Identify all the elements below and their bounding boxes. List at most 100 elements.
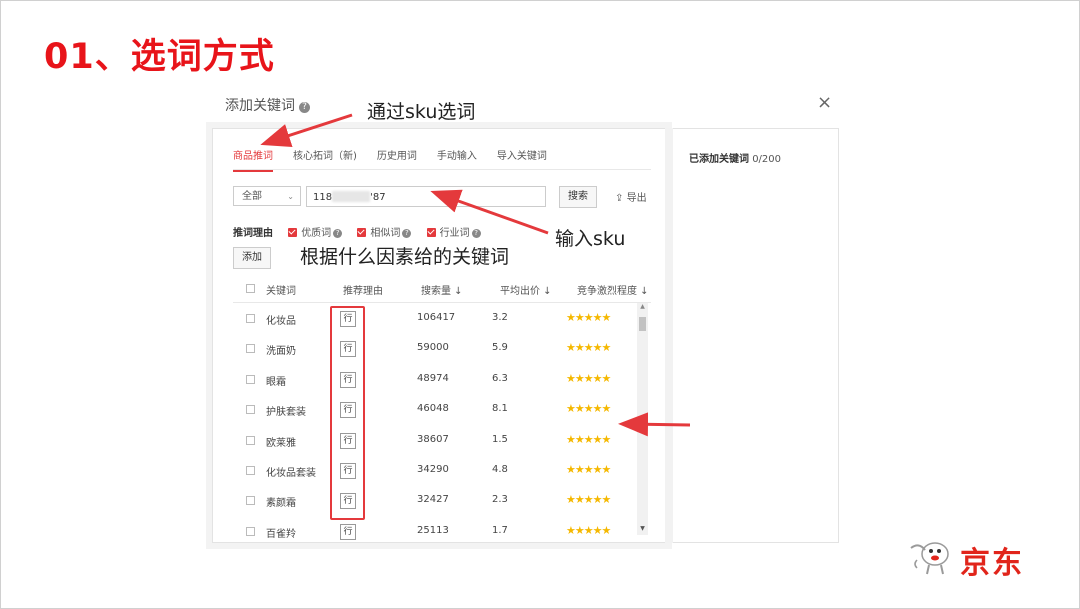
row-bid: 2.3 [492,494,508,506]
annotation-factor: 根据什么因素给的关键词 [300,246,510,268]
scroll-down-icon[interactable]: ▼ [637,525,648,535]
row-checkbox[interactable] [246,526,255,536]
keyword-table-body: 化妆品 行 106417 3.2 ★★★★★ 洗面奶 行 59000 5.9 ★… [233,303,633,542]
dialog-title: 添加关键词? [225,95,310,115]
table-row: 化妆品套装 行 34290 4.8 ★★★★★ [233,455,633,485]
tab-import[interactable]: 导入关键词 [497,147,547,170]
row-checkbox[interactable] [246,314,255,323]
row-keyword: 护肤套装 [266,407,306,419]
help-icon[interactable]: ? [471,229,481,238]
search-button[interactable]: 搜索 [559,186,597,208]
reason-label: 推词理由 [233,228,273,239]
add-button[interactable]: 添加 [233,247,271,269]
tab-manual-input[interactable]: 手动输入 [437,147,477,170]
row-checkbox[interactable] [246,435,255,445]
row-keyword: 眼霜 [266,376,286,388]
category-select[interactable]: 全部 ⌄ [233,186,301,206]
row-bid: 4.8 [492,463,508,475]
reason-quality-checkbox[interactable]: 优质词? [288,228,343,239]
table-row: 素颜霜 行 32427 2.3 ★★★★★ [233,485,633,515]
competition-stars: ★★★★★ [566,341,611,355]
competition-stars: ★★★★★ [566,311,611,324]
reason-badge: 行 [340,523,356,540]
jd-logo-text: 京东 [960,546,1024,581]
annotation-input-sku: 输入sku [555,228,626,250]
checkbox-checked-icon [357,228,367,237]
competition-stars: ★★★★★ [566,402,611,416]
table-scrollbar[interactable]: ▲ ▼ [637,303,648,535]
keyword-recommend-panel: 商品推词 核心拓词（新) 历史用词 手动输入 导入关键词 全部 ⌄ 118'87 搜索 … [212,128,666,543]
row-checkbox[interactable] [246,465,255,475]
sku-suffix: '87 [370,192,386,203]
reason-quality-label: 优质词 [301,228,332,239]
row-bid: 6.3 [492,372,508,384]
sku-redaction [332,191,371,202]
help-icon[interactable]: ? [333,229,343,238]
row-checkbox[interactable] [246,496,255,506]
row-bid: 8.1 [492,403,508,415]
close-icon[interactable]: × [817,92,832,113]
row-keyword: 欧莱雅 [266,437,296,449]
reason-industry-label: 行业词 [439,228,470,239]
export-button[interactable]: ⇪ 导出 [615,189,647,204]
sku-prefix: 118 [313,192,333,203]
select-all-checkbox[interactable] [246,284,255,293]
competition-stars: ★★★★★ [566,432,611,446]
row-volume: 34290 [417,463,449,475]
table-row: 洗面奶 行 59000 5.9 ★★★★★ [233,333,633,363]
tab-core-expand[interactable]: 核心拓词（新) [293,147,357,170]
header-reason: 推荐理由 [343,286,383,297]
row-keyword: 化妆品套装 [266,467,316,479]
reason-filter: 推词理由 优质词? 相似词? 行业词? [233,224,493,239]
scroll-thumb[interactable] [639,317,646,331]
added-keywords-count: 0/200 [752,154,782,165]
header-search-volume[interactable]: 搜索量 ↓ [421,282,463,297]
header-keyword: 关键词 [266,286,296,297]
annotation-sku-select: 通过sku选词 [367,101,476,123]
row-checkbox[interactable] [246,374,255,384]
table-row: 欧莱雅 行 38607 1.5 ★★★★★ [233,425,633,455]
tab-history[interactable]: 历史用词 [377,147,417,170]
row-bid: 3.2 [492,312,508,323]
header-avg-bid[interactable]: 平均出价 ↓ [500,282,552,297]
panel-gap [665,128,673,543]
table-row: 化妆品 行 106417 3.2 ★★★★★ [233,303,633,333]
tabs-divider [233,169,651,170]
table-header: 关键词 推荐理由 搜索量 ↓ 平均出价 ↓ 竞争激烈程度 ↓ [233,276,651,303]
row-keyword: 素颜霜 [266,498,296,510]
reason-similar-checkbox[interactable]: 相似词? [357,228,412,239]
added-keywords-panel: 已添加关键词 0/200 [673,128,839,543]
export-label: 导出 [626,193,647,204]
row-volume: 106417 [417,312,456,323]
header-competition[interactable]: 竞争激烈程度 ↓ [577,282,649,297]
row-volume: 48974 [417,372,449,384]
checkbox-checked-icon [288,228,298,237]
table-row: 护肤套装 行 46048 8.1 ★★★★★ [233,394,633,424]
row-checkbox[interactable] [246,405,255,415]
category-select-value: 全部 [242,191,262,202]
reason-industry-checkbox[interactable]: 行业词? [426,228,481,239]
checkbox-checked-icon [426,228,436,237]
row-keyword: 洗面奶 [266,346,296,358]
reason-similar-label: 相似词 [370,228,401,239]
added-keywords-title: 已添加关键词 [689,154,749,165]
tab-bar: 商品推词 核心拓词（新) 历史用词 手动输入 导入关键词 [233,147,567,172]
row-volume: 59000 [417,342,449,354]
row-bid: 1.5 [492,433,508,445]
row-volume: 25113 [417,524,449,536]
competition-stars: ★★★★★ [566,493,611,507]
export-icon: ⇪ [615,193,624,204]
highlight-reason-box [330,306,365,520]
chevron-down-icon: ⌄ [287,192,294,201]
scroll-up-icon[interactable]: ▲ [637,303,648,313]
help-icon[interactable]: ? [402,229,412,238]
row-volume: 32427 [417,494,449,506]
help-icon[interactable]: ? [299,102,310,113]
table-row: 百雀羚 行 25113 1.7 ★★★★★ [233,516,633,542]
row-volume: 38607 [417,433,449,445]
row-bid: 5.9 [492,342,508,354]
sku-input[interactable]: 118 '87 [306,186,546,207]
added-keywords-label: 已添加关键词 0/200 [689,150,781,165]
competition-stars: ★★★★★ [566,523,611,537]
row-checkbox[interactable] [246,344,255,354]
